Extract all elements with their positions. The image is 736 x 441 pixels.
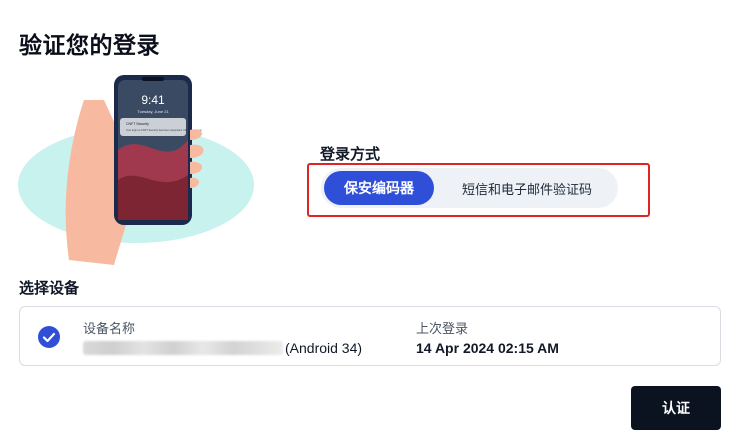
- phone-time: 9:41: [141, 93, 165, 107]
- redacted-device-name: [83, 341, 283, 355]
- notification-title: CNFT Security: [126, 122, 149, 126]
- page-title: 验证您的登录: [19, 32, 160, 58]
- last-login-value: 14 Apr 2024 02:15 AM: [416, 340, 559, 356]
- option-sms-email-code-button[interactable]: 短信和电子邮件验证码: [441, 171, 613, 205]
- device-card[interactable]: 设备名称 (Android 34) 上次登录 14 Apr 2024 02:15…: [19, 306, 721, 366]
- login-method-label: 登录方式: [320, 146, 381, 163]
- phone-in-hand-image: 9:41 Tuesday, June 21 CNFT Security Your…: [18, 75, 254, 265]
- device-name-header: 设备名称: [83, 321, 136, 336]
- check-circle-icon[interactable]: [38, 326, 60, 348]
- option-security-key-button[interactable]: 保安编码器: [324, 171, 434, 205]
- device-name-value: (Android 34): [83, 340, 362, 356]
- last-login-header: 上次登录: [416, 321, 469, 336]
- select-device-label: 选择设备: [19, 280, 80, 297]
- phone-date: Tuesday, June 21: [137, 109, 169, 114]
- phone-illustration: 9:41 Tuesday, June 21 CNFT Security Your…: [14, 70, 264, 270]
- verify-button[interactable]: 认证: [631, 386, 721, 430]
- login-method-toggle: 保安编码器 短信和电子邮件验证码: [321, 168, 618, 208]
- device-os-label: (Android 34): [285, 340, 363, 356]
